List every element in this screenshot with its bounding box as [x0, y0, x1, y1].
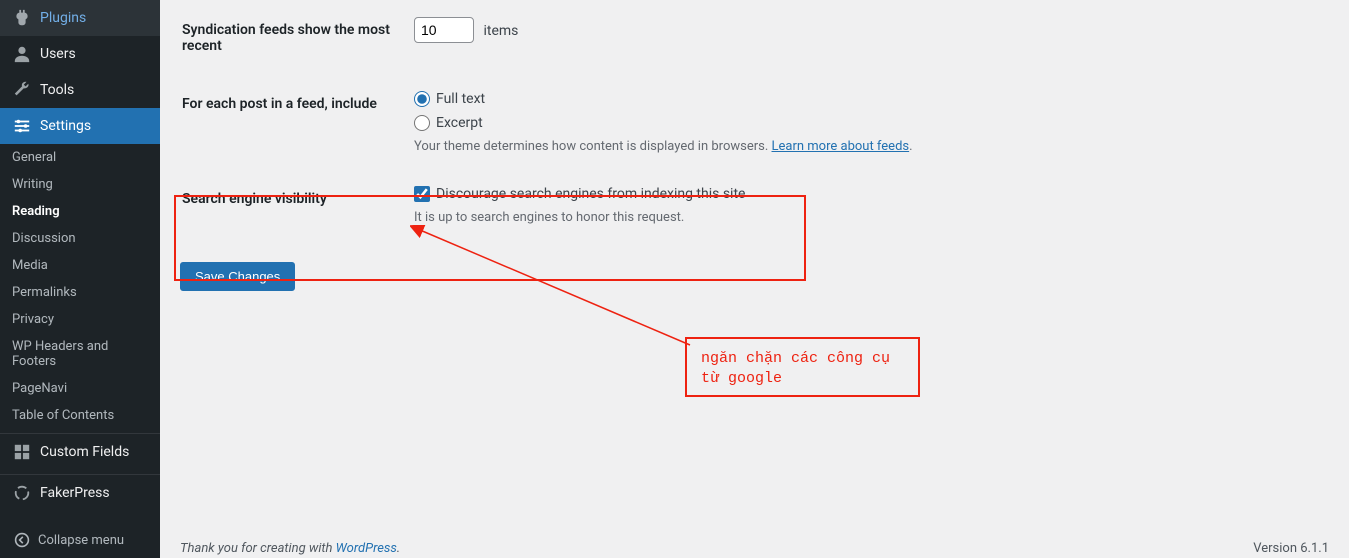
wordpress-link[interactable]: WordPress [336, 541, 397, 556]
menu-label: Plugins [40, 10, 86, 26]
submenu-toc[interactable]: Table of Contents [0, 402, 160, 429]
settings-content: Syndication feeds show the most recent i… [160, 0, 1349, 558]
wrench-icon [12, 80, 32, 100]
save-changes-button[interactable]: Save Changes [180, 262, 295, 291]
submenu-privacy[interactable]: Privacy [0, 306, 160, 333]
submenu-wp-headers-footers[interactable]: WP Headers and Footers [0, 333, 160, 375]
collapse-menu-button[interactable]: Collapse menu [0, 522, 160, 558]
submenu-writing[interactable]: Writing [0, 171, 160, 198]
radio-excerpt[interactable] [414, 115, 430, 131]
annotation-text: ngăn chặn các công cụ từ google [701, 350, 890, 387]
menu-label: FakerPress [40, 485, 110, 501]
settings-submenu: General Writing Reading Discussion Media… [0, 144, 160, 429]
menu-label: Settings [40, 118, 91, 134]
submenu-general[interactable]: General [0, 144, 160, 171]
submenu-pagenavi[interactable]: PageNavi [0, 375, 160, 402]
collapse-label: Collapse menu [38, 533, 124, 548]
plug-icon [12, 8, 32, 28]
items-text: items [483, 23, 518, 39]
menu-item-fakerpress[interactable]: FakerPress [0, 475, 160, 511]
feed-include-label: For each post in a feed, include [182, 96, 377, 112]
radio-excerpt-label[interactable]: Excerpt [436, 115, 483, 131]
menu-label: Tools [40, 82, 74, 98]
grid-icon [12, 442, 32, 462]
discourage-checkbox[interactable] [414, 186, 430, 202]
feeds-count-input[interactable] [414, 17, 474, 43]
submenu-permalinks[interactable]: Permalinks [0, 279, 160, 306]
admin-footer: Thank you for creating with WordPress. V… [160, 531, 1349, 558]
radio-full-text[interactable] [414, 91, 430, 107]
submenu-discussion[interactable]: Discussion [0, 225, 160, 252]
footer-thanks: Thank you for creating with WordPress. [180, 541, 400, 556]
menu-item-plugins[interactable]: Plugins [0, 0, 160, 36]
settings-form-table: Syndication feeds show the most recent i… [180, 0, 1329, 242]
menu-label: Users [40, 46, 76, 62]
sliders-icon [12, 116, 32, 136]
feeds-count-label: Syndication feeds show the most recent [182, 22, 390, 54]
annotation-text-box: ngăn chặn các công cụ từ google [685, 337, 920, 397]
discourage-label[interactable]: Discourage search engines from indexing … [436, 186, 745, 202]
user-icon [12, 44, 32, 64]
menu-item-custom-fields[interactable]: Custom Fields [0, 434, 160, 470]
version-text: Version 6.1.1 [1253, 541, 1329, 556]
radio-full-text-label[interactable]: Full text [436, 91, 485, 107]
theme-note: Your theme determines how content is dis… [414, 139, 1317, 154]
spinner-icon [12, 483, 32, 503]
collapse-icon [12, 530, 32, 550]
submenu-media[interactable]: Media [0, 252, 160, 279]
search-visibility-label: Search engine visibility [182, 191, 327, 207]
learn-more-feeds-link[interactable]: Learn more about feeds [772, 139, 910, 154]
honor-note: It is up to search engines to honor this… [414, 210, 1317, 225]
menu-item-settings[interactable]: Settings [0, 108, 160, 144]
submenu-reading[interactable]: Reading [0, 198, 160, 225]
menu-item-users[interactable]: Users [0, 36, 160, 72]
admin-sidebar: Plugins Users Tools Settings General Wri… [0, 0, 160, 558]
menu-label: Custom Fields [40, 444, 129, 460]
menu-item-tools[interactable]: Tools [0, 72, 160, 108]
